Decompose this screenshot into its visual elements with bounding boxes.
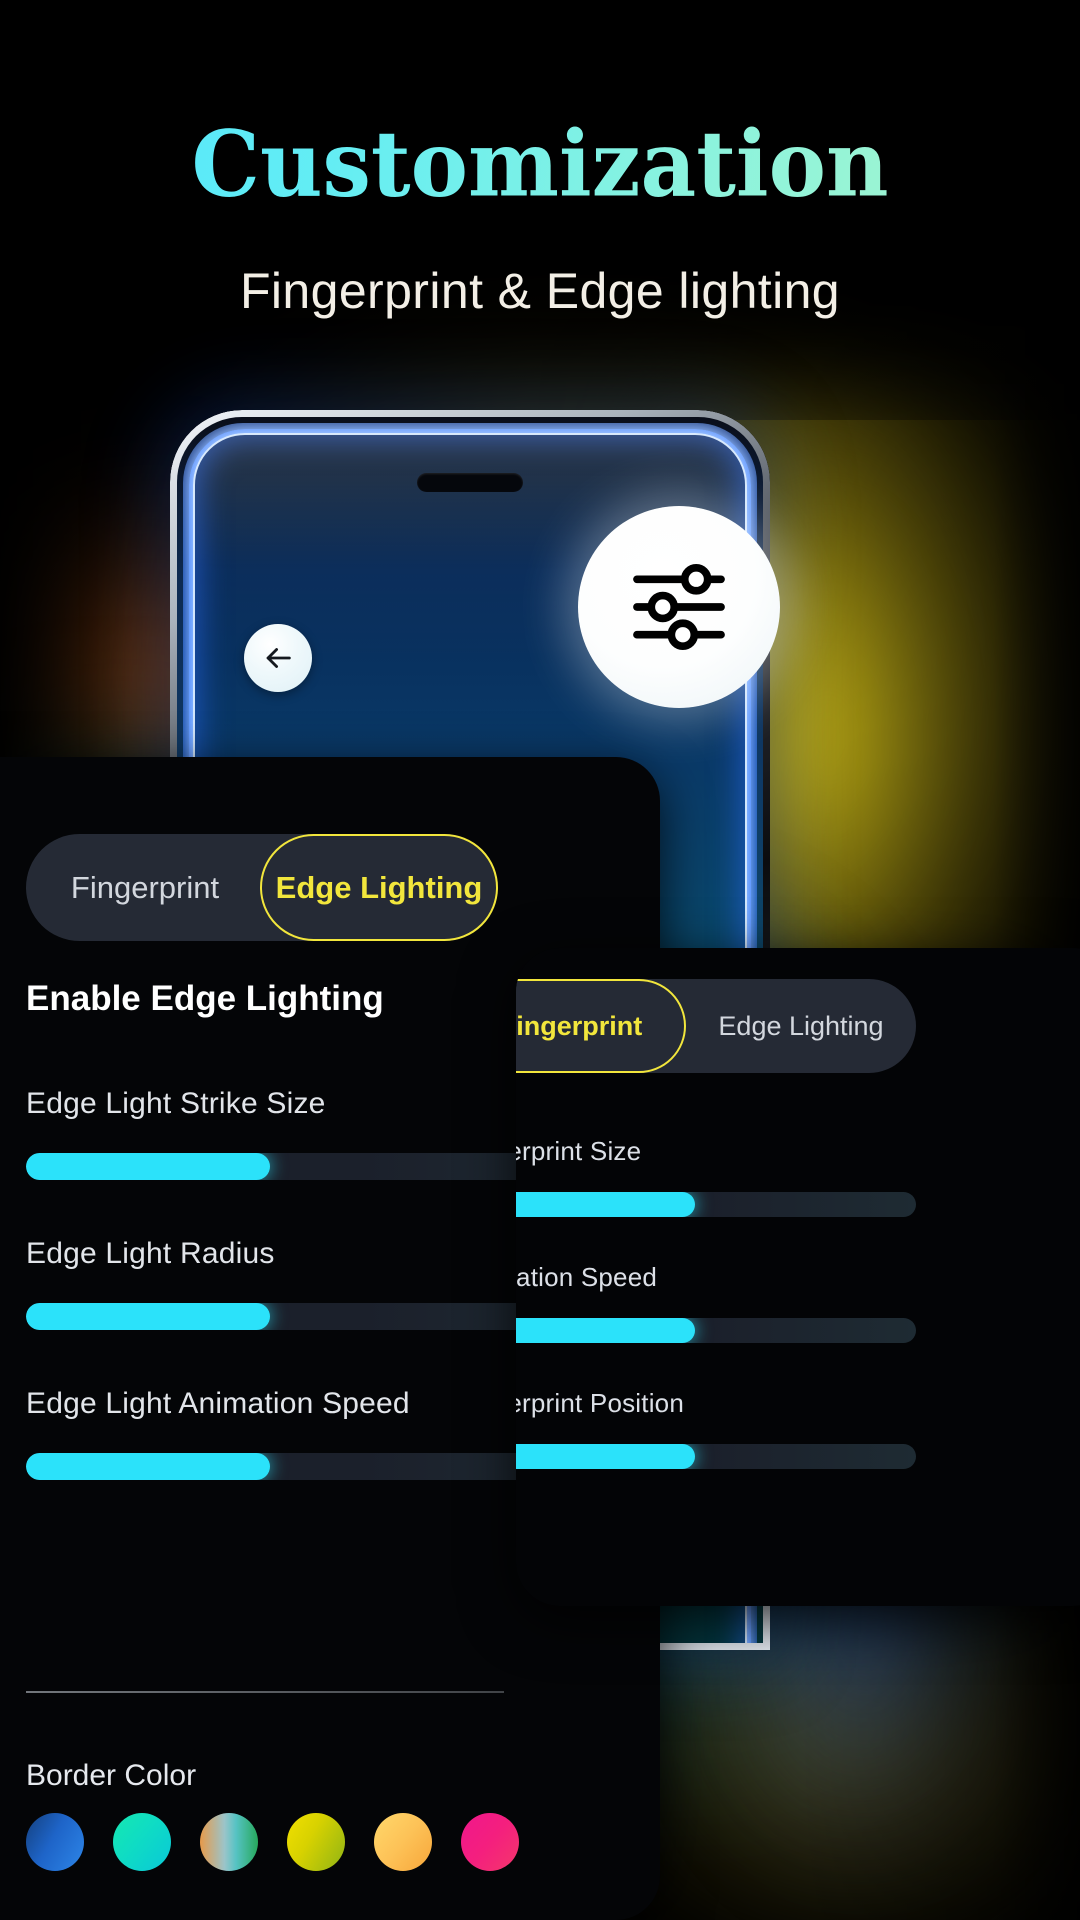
border-color-swatch-row [26,1813,519,1871]
slider-fill [26,1153,270,1180]
tab-edge-lighting-right[interactable]: Edge Lighting [686,979,916,1073]
tab-edge-lighting-left[interactable]: Edge Lighting [260,834,498,941]
slider-fill [26,1453,270,1480]
swatch-pink[interactable] [461,1813,519,1871]
slider-track[interactable] [516,1444,916,1469]
fingerprint-panel: Fingerprint Edge Lighting Fingerprint Si… [516,948,1080,1606]
border-color-label: Border Color [26,1759,197,1792]
tab-fingerprint-left[interactable]: Fingerprint [26,834,264,941]
slider-track[interactable] [516,1318,916,1343]
page-title: Customization [0,119,1080,210]
settings-fab-button[interactable] [578,506,780,708]
swatch-teal[interactable] [113,1813,171,1871]
slider-label: Animation Speed [516,1262,658,1292]
slider-fill [516,1192,696,1217]
section-divider [26,1691,504,1693]
arrow-left-icon [261,641,295,675]
enable-edge-lighting-heading: Enable Edge Lighting [26,979,384,1018]
swatch-blue[interactable] [26,1813,84,1871]
sliders-icon [631,564,727,650]
slider-fingerprint-position: Fingerprint Position [516,1388,916,1469]
slider-track[interactable] [516,1192,916,1217]
swatch-lime[interactable] [287,1813,345,1871]
slider-fill [26,1303,270,1330]
slider-fill [516,1318,696,1343]
swatch-multi[interactable] [200,1813,258,1871]
slider-label: Fingerprint Position [516,1388,684,1418]
fingerprint-tabbar: Fingerprint Edge Lighting [516,979,916,1073]
slider-fill [516,1444,696,1469]
page-subtitle: Fingerprint & Edge lighting [239,263,841,319]
slider-label: Fingerprint Size [516,1136,642,1166]
tab-fingerprint-right[interactable]: Fingerprint [516,979,686,1073]
header: Customization Fingerprint & Edge lightin… [0,0,1080,320]
back-button[interactable] [244,624,312,692]
edge-lighting-tabbar: Fingerprint Edge Lighting [26,834,498,941]
slider-fingerprint-size: Fingerprint Size [516,1136,916,1217]
slider-animation-speed: Animation Speed [516,1262,916,1343]
app-screenshot: Fingerprint Edge Lighting Enable Edge Li… [0,0,1080,1920]
swatch-amber[interactable] [374,1813,432,1871]
